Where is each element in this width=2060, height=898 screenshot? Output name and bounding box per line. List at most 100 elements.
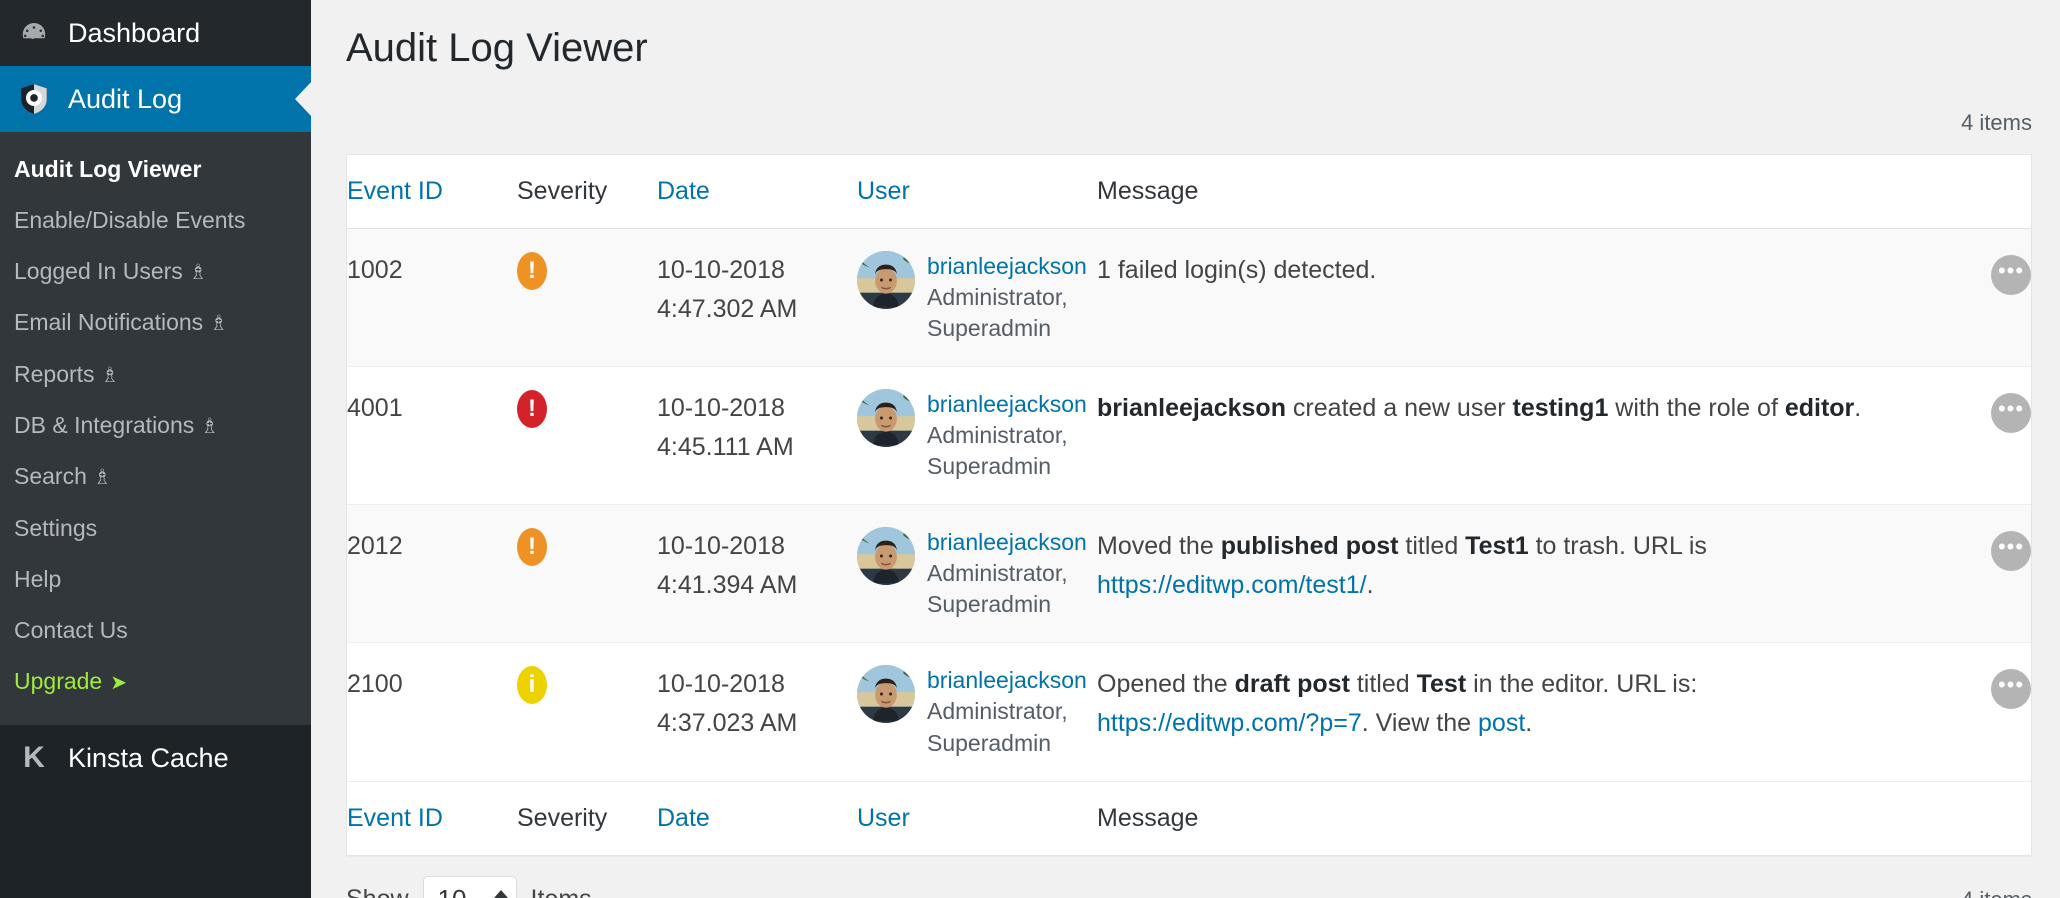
user-name-link[interactable]: brianleejackson	[927, 389, 1087, 420]
per-page-stepper[interactable]: 10	[422, 875, 517, 898]
submenu-label: Upgrade	[14, 667, 103, 694]
admin-page: Dashboard Audit Log Audit Log Viewer Ena…	[0, 0, 2060, 898]
sidebar-item-kinsta-cache[interactable]: K Kinsta Cache	[0, 725, 311, 791]
cell-user: brianleejackson Administrator, Superadmin	[857, 366, 1097, 506]
sidebar-item-audit-log[interactable]: Audit Log	[0, 66, 311, 132]
sidebar-item-label: Dashboard	[68, 17, 201, 48]
submenu-label: DB & Integrations	[14, 412, 195, 439]
sidebar-filler	[0, 791, 311, 898]
sidebar-item-logged-in-users[interactable]: Logged In Users ♗	[0, 246, 311, 297]
table-footer-row: Event ID Severity Date User Message	[347, 780, 2031, 855]
table-row: 2100 i 10-10-2018 4:37.023 AM brianleejackso…	[347, 642, 2031, 782]
table-row: 1002! 10-10-2018 4:47.302 AM brianleejackso…	[347, 228, 2031, 368]
severity-warning-icon: !	[517, 528, 547, 567]
table-row: 4001! 10-10-2018 4:45.111 AM brianleejackso…	[347, 366, 2031, 506]
sidebar-item-contact-us[interactable]: Contact Us	[0, 605, 311, 656]
sort-link-user-footer[interactable]: User	[857, 804, 910, 832]
sort-link-event-id-footer[interactable]: Event ID	[347, 804, 443, 832]
items-count-top: 4 items	[1961, 110, 2032, 135]
crown-icon: ♗	[92, 466, 112, 490]
user-roles: Administrator, Superadmin	[927, 698, 1068, 756]
sidebar-item-reports[interactable]: Reports ♗	[0, 349, 311, 400]
per-page-control: Show 10 Items	[346, 875, 592, 898]
arrow-right-icon: ➤	[110, 671, 127, 694]
cell-severity: !	[517, 228, 657, 368]
column-footer-user[interactable]: User	[857, 780, 1097, 855]
cell-user: brianleejackson Administrator, Superadmin	[857, 504, 1097, 644]
column-footer-message: Message	[1097, 780, 1926, 855]
column-header-message: Message	[1097, 155, 1926, 229]
cell-user: brianleejackson Administrator, Superadmin	[857, 228, 1097, 368]
column-label-severity: Severity	[517, 177, 608, 205]
column-footer-severity: Severity	[517, 780, 657, 855]
cell-event-id: 4001	[347, 366, 517, 506]
main-content: Audit Log Viewer 4 items Event ID Severi…	[311, 0, 2060, 898]
avatar	[857, 251, 915, 309]
submenu-label: Audit Log Viewer	[14, 156, 202, 182]
date-value: 10-10-2018	[657, 532, 785, 561]
column-header-actions	[1926, 155, 2031, 229]
column-footer-date[interactable]: Date	[657, 780, 857, 855]
sort-link-user[interactable]: User	[857, 177, 910, 205]
user-name-link[interactable]: brianleejackson	[927, 251, 1087, 282]
sort-link-date-footer[interactable]: Date	[657, 804, 710, 832]
page-title: Audit Log Viewer	[346, 26, 648, 70]
audit-log-table: Event ID Severity Date User Message 1002…	[347, 155, 2031, 855]
severity-error-icon: !	[517, 390, 547, 429]
column-header-user[interactable]: User	[857, 155, 1097, 229]
user-name-link[interactable]: brianleejackson	[927, 527, 1087, 558]
column-label-message-footer: Message	[1097, 803, 1199, 832]
sidebar-item-label: Kinsta Cache	[68, 742, 229, 773]
column-label-message: Message	[1097, 177, 1199, 205]
row-actions-menu-icon[interactable]: •••	[1991, 669, 2031, 710]
sidebar-item-db-integrations[interactable]: DB & Integrations ♗	[0, 400, 311, 451]
sidebar-item-email-notifications[interactable]: Email Notifications ♗	[0, 297, 311, 348]
submenu-label: Enable/Disable Events	[14, 207, 246, 234]
sidebar-item-search[interactable]: Search ♗	[0, 451, 311, 502]
message-text: brianleejackson created a new user testi…	[1097, 394, 1862, 423]
table-body: 1002! 10-10-2018 4:47.302 AM brianleejackso…	[347, 228, 2031, 782]
audit-log-submenu: Audit Log Viewer Enable/Disable Events L…	[0, 132, 311, 725]
cell-severity: !	[517, 504, 657, 644]
sidebar-item-dashboard[interactable]: Dashboard	[0, 0, 311, 66]
cell-actions: •••	[1926, 228, 2031, 368]
row-actions-menu-icon[interactable]: •••	[1991, 531, 2031, 572]
time-value: 4:41.394 AM	[657, 571, 798, 600]
avatar	[857, 389, 915, 448]
column-header-date[interactable]: Date	[657, 155, 857, 229]
date-value: 10-10-2018	[657, 670, 785, 699]
submenu-label: Reports	[14, 360, 95, 387]
stepper-up-icon[interactable]	[493, 890, 508, 898]
column-label-severity-footer: Severity	[517, 803, 608, 832]
column-header-severity: Severity	[517, 155, 657, 229]
sidebar-item-help[interactable]: Help	[0, 554, 311, 605]
date-value: 10-10-2018	[657, 394, 785, 423]
cell-date: 10-10-2018 4:41.394 AM	[657, 504, 857, 644]
sidebar-item-upgrade[interactable]: Upgrade ➤	[0, 656, 311, 707]
table-head: Event ID Severity Date User Message	[347, 155, 2031, 229]
severity-notice-icon: i	[517, 666, 547, 705]
cell-message: 1 failed login(s) detected.	[1097, 228, 1926, 368]
crown-icon: ♗	[188, 261, 208, 285]
date-value: 10-10-2018	[657, 256, 785, 284]
sort-link-date[interactable]: Date	[657, 177, 710, 205]
user-name-link[interactable]: brianleejackson	[927, 665, 1087, 696]
cell-event-id: 2012	[347, 504, 517, 644]
row-actions-menu-icon[interactable]: •••	[1991, 255, 2031, 295]
column-header-event-id[interactable]: Event ID	[347, 155, 517, 229]
stepper-arrows[interactable]	[493, 890, 508, 898]
cell-severity: i	[517, 642, 657, 782]
show-label: Show	[346, 885, 409, 898]
sidebar-item-audit-log-viewer[interactable]: Audit Log Viewer	[0, 144, 311, 195]
avatar	[857, 665, 915, 724]
row-actions-menu-icon[interactable]: •••	[1991, 393, 2031, 434]
sidebar-item-settings[interactable]: Settings	[0, 503, 311, 554]
cell-date: 10-10-2018 4:37.023 AM	[657, 642, 857, 782]
sidebar-item-enable-disable-events[interactable]: Enable/Disable Events	[0, 195, 311, 246]
per-page-value[interactable]: 10	[438, 884, 484, 898]
sidebar-bottom-menu: K Kinsta Cache	[0, 725, 311, 791]
sort-link-event-id[interactable]: Event ID	[347, 177, 443, 205]
cell-severity: !	[517, 366, 657, 506]
column-footer-event-id[interactable]: Event ID	[347, 780, 517, 855]
cell-message: Moved the published post titled Test1 to…	[1097, 504, 1926, 644]
